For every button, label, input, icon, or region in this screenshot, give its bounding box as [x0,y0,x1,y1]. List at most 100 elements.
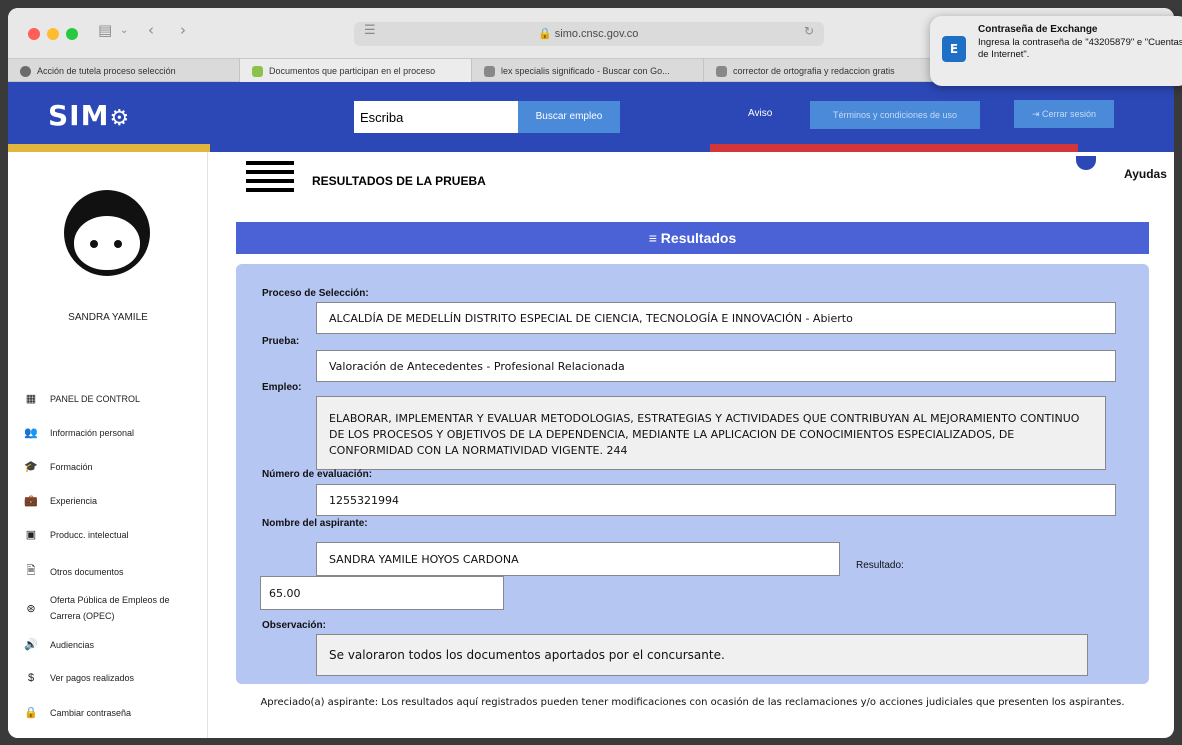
back-icon[interactable]: ‹ [148,21,154,39]
site-header: SIM⚙ Buscar empleo Aviso Términos y cond… [8,82,1174,144]
empleo-label: Empleo: [262,382,302,393]
hamburger-menu-icon[interactable] [246,161,294,197]
browser-window: ▤ ⌄ ‹ › ☰ 🔒 simo.cnsc.gov.co ↻ Acción de… [8,8,1174,738]
proceso-field: ALCALDÍA DE MEDELLÍN DISTRITO ESPECIAL D… [316,302,1116,334]
dollar-icon: $ [27,672,35,684]
disclaimer-note: Apreciado(a) aspirante: Los resultados a… [260,697,1125,708]
avatar [64,190,150,276]
reload-icon[interactable]: ↻ [804,24,814,38]
close-window-button[interactable] [28,28,40,40]
sidebar-item-label: Ver pagos realizados [50,673,135,683]
lock-icon: 🔒 [24,707,38,719]
tab-2[interactable]: Documentos que participan en el proceso [240,59,472,83]
sidebar: SANDRA YAMILE ▦ PANEL DE CONTROL 👥 Infor… [8,152,208,738]
sidebar-toggle-icon[interactable]: ▤ [98,21,112,39]
sidebar-item-label: Producc. intelectual [50,529,129,540]
prueba-label: Prueba: [262,336,300,347]
notification-body: Ingresa la contraseña de "43205879" e "C… [978,37,1182,60]
document-icon: 🗎 [26,565,36,577]
page-title: RESULTADOS DE LA PRUEBA [312,174,486,188]
zoom-window-button[interactable] [66,28,78,40]
observacion-label: Observación: [262,620,326,631]
results-header: ≡ Resultados [236,222,1149,254]
leaf-favicon-icon [252,65,263,77]
header-stripe-red [710,144,1078,152]
book-icon: ▣ [25,529,37,541]
tab-label: Acción de tutela proceso selección [37,66,176,76]
sidebar-item-opec[interactable]: ⊛ Oferta Pública de Empleos de Carrera (… [24,592,180,624]
favicon-icon [716,65,727,77]
sidebar-item-informacion-personal[interactable]: 👥 Información personal [24,426,134,439]
favicon-icon [484,65,495,77]
nombre-field: SANDRA YAMILE HOYOS CARDONA [316,542,840,576]
help-link[interactable]: Ayudas [1124,167,1167,181]
speaker-icon: 🔊 [24,639,38,651]
tab-1[interactable]: Acción de tutela proceso selección [8,59,240,83]
proceso-label: Proceso de Selección: [262,288,369,299]
tab-label: lex specialis significado - Buscar con G… [501,66,670,76]
aviso-link[interactable]: Aviso [748,108,772,119]
sidebar-item-label: Información personal [50,427,135,438]
numero-label: Número de evaluación: [262,469,373,480]
people-icon: 👥 [24,427,38,439]
avatar-eye-right [114,240,122,248]
nombre-label: Nombre del aspirante: [262,518,368,529]
empleo-field: ELABORAR, IMPLEMENTAR Y EVALUAR METODOLO… [316,396,1106,470]
sidebar-item-ver-pagos[interactable]: $ Ver pagos realizados [24,672,134,684]
sidebar-item-experiencia[interactable]: 💼 Experiencia [24,494,97,507]
dashboard-icon: ▦ [25,393,37,405]
sidebar-item-label: Formación [50,461,93,472]
sidebar-item-otros-documentos[interactable]: 🗎 Otros documentos [24,562,124,581]
notification-title: Contraseña de Exchange [978,24,1098,35]
sidebar-item-formacion[interactable]: 🎓 Formación [24,460,93,473]
tab-label: corrector de ortografia y redaccion grat… [733,66,895,76]
tab-4[interactable]: corrector de ortografia y redaccion grat… [704,59,936,83]
numero-field: 1255321994 [316,484,1116,516]
help-icon[interactable] [1076,156,1096,170]
logo-text: SIM [48,99,110,132]
search-input[interactable] [354,101,518,133]
observacion-field: Se valoraron todos los documentos aporta… [316,634,1088,676]
graduate-icon: 🎓 [24,461,38,473]
chevron-down-icon[interactable]: ⌄ [120,25,128,36]
target-icon: ⊛ [26,602,36,615]
logout-button[interactable]: ⇥ Cerrar sesión [1014,100,1114,128]
results-panel: Proceso de Selección: ALCALDÍA DE MEDELL… [236,264,1149,684]
sidebar-item-label: Otros documentos [50,566,124,577]
resultado-label: Resultado: [856,560,904,571]
sidebar-item-panel-de-control[interactable]: ▦ PANEL DE CONTROL [24,392,140,405]
exchange-icon: E [942,36,966,62]
search-job-button[interactable]: Buscar empleo [518,101,620,133]
favicon-icon [20,65,31,77]
gear-logo-icon: ⚙ [109,106,131,131]
header-stripe-blue [210,144,710,152]
terms-button[interactable]: Términos y condiciones de uso [810,101,980,129]
sidebar-item-label: Cambiar contraseña [50,707,132,718]
avatar-face [74,216,140,270]
header-stripe-yellow [8,144,210,152]
url-text: 🔒 simo.cnsc.gov.co [538,28,639,40]
window-controls [28,28,78,40]
simo-logo[interactable]: SIM⚙ [48,99,130,132]
sidebar-item-label: Experiencia [50,495,98,506]
page-settings-icon[interactable]: ☰ [364,23,376,38]
tab-3[interactable]: lex specialis significado - Buscar con G… [472,59,704,83]
sidebar-item-produccion-intelectual[interactable]: ▣ Producc. intelectual [24,528,129,541]
sidebar-item-label: PANEL DE CONTROL [50,393,141,404]
prueba-field: Valoración de Antecedentes - Profesional… [316,350,1116,382]
sidebar-item-label: Oferta Pública de Empleos de Carrera (OP… [50,595,170,621]
briefcase-icon: 💼 [24,495,38,507]
tab-label: Documentos que participan en el proceso [269,66,436,76]
sidebar-item-audiencias[interactable]: 🔊 Audiencias [24,638,94,651]
url-value: simo.cnsc.gov.co [554,28,639,40]
user-name: SANDRA YAMILE [68,312,148,323]
avatar-eye-left [90,240,98,248]
exchange-password-notification[interactable]: E Contraseña de Exchange Ingresa la cont… [930,16,1182,86]
forward-icon[interactable]: › [180,21,186,39]
logout-label: Cerrar sesión [1042,109,1097,119]
sidebar-item-label: Audiencias [50,639,95,650]
sidebar-item-cambiar-contrasena[interactable]: 🔒 Cambiar contraseña [24,706,131,719]
resultado-field: 65.00 [260,576,504,610]
header-stripe-blue-right [1078,144,1174,152]
minimize-window-button[interactable] [47,28,59,40]
